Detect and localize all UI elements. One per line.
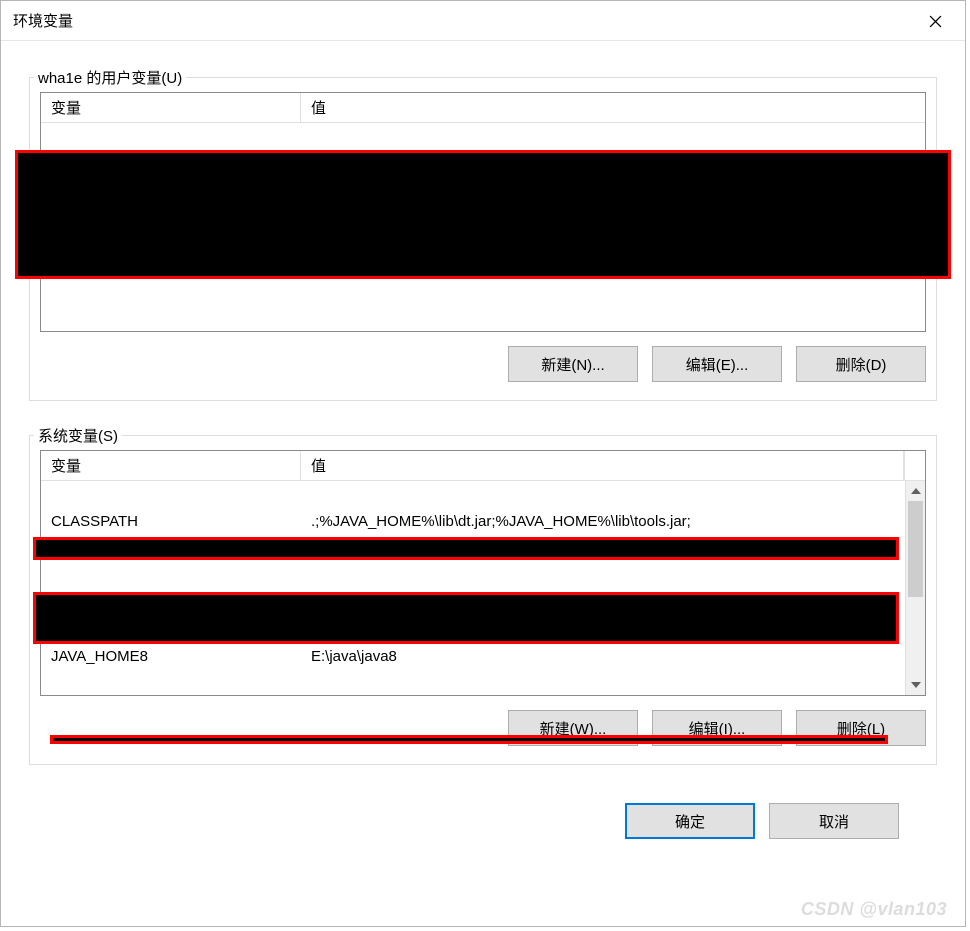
system-table-header: 变量 值: [41, 451, 925, 481]
column-variable[interactable]: 变量: [41, 451, 301, 480]
table-row[interactable]: CLASSPATH .;%JAVA_HOME%\lib\dt.jar;%JAVA…: [41, 508, 905, 535]
env-vars-dialog: 环境变量 wha1e 的用户变量(U) 变量 值 新建(N)... 编辑(E).…: [0, 0, 966, 927]
redacted-region: [33, 592, 899, 644]
user-buttons-row: 新建(N)... 编辑(E)... 删除(D): [30, 332, 936, 400]
redacted-region: [33, 537, 899, 560]
ok-button[interactable]: 确定: [625, 803, 755, 839]
column-variable[interactable]: 变量: [41, 93, 301, 122]
user-new-button[interactable]: 新建(N)...: [508, 346, 638, 382]
cell-value: E:\java\java8: [301, 648, 905, 665]
user-edit-button[interactable]: 编辑(E)...: [652, 346, 782, 382]
table-row[interactable]: [41, 562, 905, 589]
system-variables-table[interactable]: 变量 值 CLASSPATH .;%JAVA_HOME%\lib\dt.jar;…: [40, 450, 926, 696]
scrollbar-thumb[interactable]: [908, 501, 923, 597]
window-title: 环境变量: [13, 10, 73, 31]
scrollbar[interactable]: [905, 481, 925, 695]
titlebar: 环境变量: [1, 1, 965, 41]
close-button[interactable]: [905, 1, 965, 41]
cell-variable: JAVA_HOME8: [41, 648, 301, 665]
user-variables-legend: wha1e 的用户变量(U): [34, 67, 186, 88]
column-value[interactable]: 值: [301, 93, 925, 122]
system-table-body[interactable]: CLASSPATH .;%JAVA_HOME%\lib\dt.jar;%JAVA…: [41, 481, 925, 695]
redacted-region: [15, 150, 951, 279]
table-row[interactable]: [41, 481, 905, 508]
scroll-up-icon[interactable]: [906, 481, 926, 501]
cancel-button[interactable]: 取消: [769, 803, 899, 839]
watermark: CSDN @vlan103: [801, 899, 947, 920]
scrollbar-track[interactable]: [906, 501, 925, 675]
user-delete-button[interactable]: 删除(D): [796, 346, 926, 382]
user-table-header: 变量 值: [41, 93, 925, 123]
system-buttons-row: 新建(W)... 编辑(I)... 删除(L): [30, 696, 936, 764]
system-variables-legend: 系统变量(S): [34, 425, 122, 446]
dialog-buttons: 确定 取消: [29, 779, 937, 839]
cell-variable: CLASSPATH: [41, 513, 301, 530]
close-icon: [929, 15, 942, 28]
column-value[interactable]: 值: [301, 451, 904, 480]
scrollbar-header-spacer: [904, 451, 925, 480]
scroll-down-icon[interactable]: [906, 675, 926, 695]
table-row[interactable]: JAVA_HOME8 E:\java\java8: [41, 643, 905, 670]
cell-value: .;%JAVA_HOME%\lib\dt.jar;%JAVA_HOME%\lib…: [301, 513, 905, 530]
redacted-region: [50, 735, 888, 744]
